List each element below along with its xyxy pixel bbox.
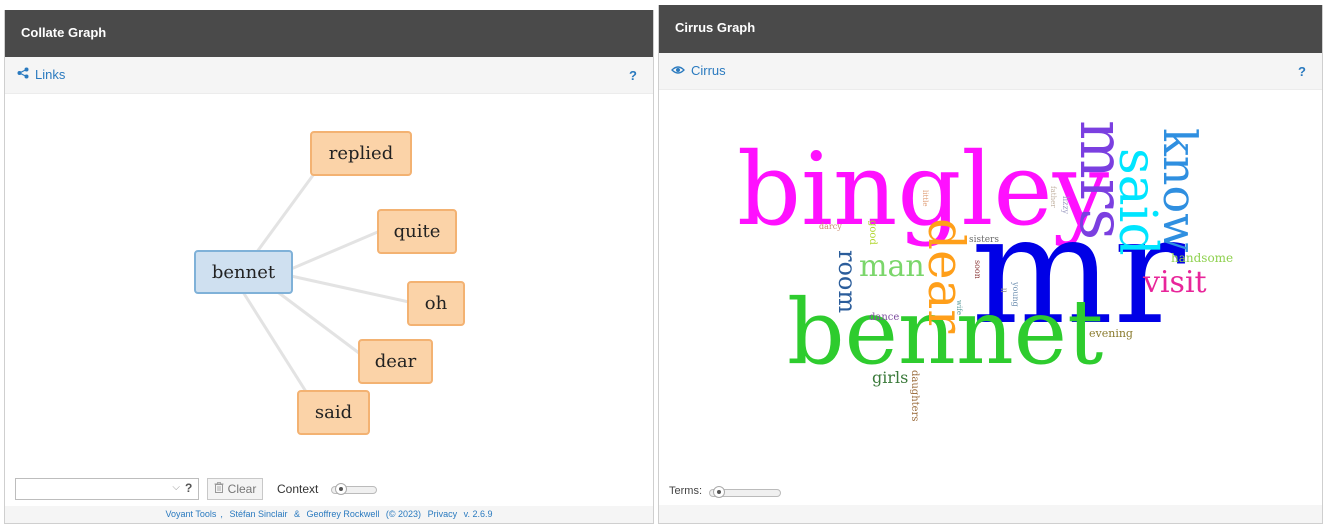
collate-graph-canvas[interactable]: replied quite oh dear said bennet [5, 94, 653, 474]
cloud-word-man[interactable]: man [859, 252, 925, 282]
edge-dear [274, 288, 364, 358]
panel-title: Cirrus Graph [659, 5, 1322, 53]
collate-footer: ⌵ ? Clear Context [5, 475, 653, 505]
help-button[interactable]: ? [629, 57, 637, 93]
cloud-word-dear[interactable]: dear [917, 218, 975, 333]
context-slider-thumb[interactable] [335, 483, 347, 495]
cloud-word-young[interactable]: young [1011, 282, 1020, 307]
tab-links-label: Links [35, 67, 66, 82]
credits-amp: & [293, 509, 300, 519]
combo-help-icon[interactable]: ? [185, 481, 192, 495]
cloud-word-little[interactable]: little [921, 190, 929, 207]
clear-label: Clear [227, 482, 257, 496]
terms-slider[interactable] [709, 486, 781, 498]
tab-links[interactable]: Links [17, 57, 65, 93]
cloud-word-father[interactable]: father [1049, 186, 1057, 208]
cloud-word-girls[interactable]: girls [872, 370, 908, 386]
cloud-word-wife[interactable]: wife [955, 300, 963, 315]
tab-cirrus[interactable]: Cirrus [671, 53, 726, 89]
privacy-link[interactable]: Privacy [428, 509, 458, 519]
cirrus-graph-panel: Cirrus Graph Cirrus ? bingley mr bennet … [658, 5, 1323, 524]
edge-quite [290, 229, 381, 271]
share-icon [17, 57, 29, 93]
rockwell-link[interactable]: Geoffrey Rockwell [307, 509, 380, 519]
credits-bar: Voyant Tools, Stéfan Sinclair & Geoffrey… [5, 506, 653, 523]
collate-graph-panel: Collate Graph Links ? replied quite oh d… [4, 10, 654, 524]
cloud-word-room[interactable]: room [833, 250, 861, 313]
cloud-word-lizzy[interactable]: lizzy [1061, 196, 1070, 214]
cloud-word-darcy[interactable]: darcy [819, 223, 842, 231]
node-quite[interactable]: quite [377, 209, 457, 254]
node-said[interactable]: said [297, 390, 370, 435]
credits-separator: , [220, 509, 223, 519]
panel-toolbar: Cirrus ? [659, 53, 1322, 90]
cloud-word-dance[interactable]: dance [869, 313, 899, 323]
node-replied[interactable]: replied [310, 131, 412, 176]
cloud-word-know[interactable]: know [1153, 128, 1207, 253]
cloud-word-daughters[interactable]: daughters [909, 370, 920, 422]
help-button[interactable]: ? [1298, 53, 1306, 89]
cloud-word-good[interactable]: good [867, 220, 878, 245]
panel-toolbar: Links ? [5, 57, 653, 94]
voyant-link[interactable]: Voyant Tools [166, 509, 217, 519]
tab-cirrus-label: Cirrus [691, 63, 726, 78]
cloud-word-handsome[interactable]: handsome [1171, 252, 1233, 264]
terms-label: Terms: [669, 485, 702, 497]
word-cloud[interactable]: bingley mr bennet mrs said know dear man… [659, 90, 1322, 475]
cloud-word-ll[interactable]: ll [999, 288, 1007, 292]
panel-title: Collate Graph [5, 10, 653, 57]
version-label: v. 2.6.9 [463, 509, 493, 519]
clear-button[interactable]: Clear [207, 478, 263, 500]
edge-oh [290, 274, 410, 304]
node-oh[interactable]: oh [407, 281, 465, 326]
node-dear[interactable]: dear [358, 339, 433, 384]
cloud-word-soon[interactable]: soon [973, 260, 982, 279]
terms-control: Terms: [659, 480, 1322, 506]
cloud-word-visit[interactable]: visit [1143, 268, 1207, 298]
eye-icon [671, 53, 685, 89]
cloud-word-evening[interactable]: evening [1089, 328, 1133, 339]
context-slider[interactable] [331, 483, 377, 495]
trash-icon [214, 482, 224, 496]
term-combo[interactable]: ⌵ [15, 478, 199, 500]
chevron-down-icon[interactable]: ⌵ [172, 482, 180, 493]
cloud-word-sisters[interactable]: sisters [969, 236, 999, 245]
cirrus-footer [659, 505, 1322, 523]
terms-slider-thumb[interactable] [713, 486, 725, 498]
credits-year: (© 2023) [385, 509, 422, 519]
context-label: Context [277, 482, 319, 496]
sinclair-link[interactable]: Stéfan Sinclair [229, 509, 287, 519]
node-bennet[interactable]: bennet [194, 250, 293, 294]
